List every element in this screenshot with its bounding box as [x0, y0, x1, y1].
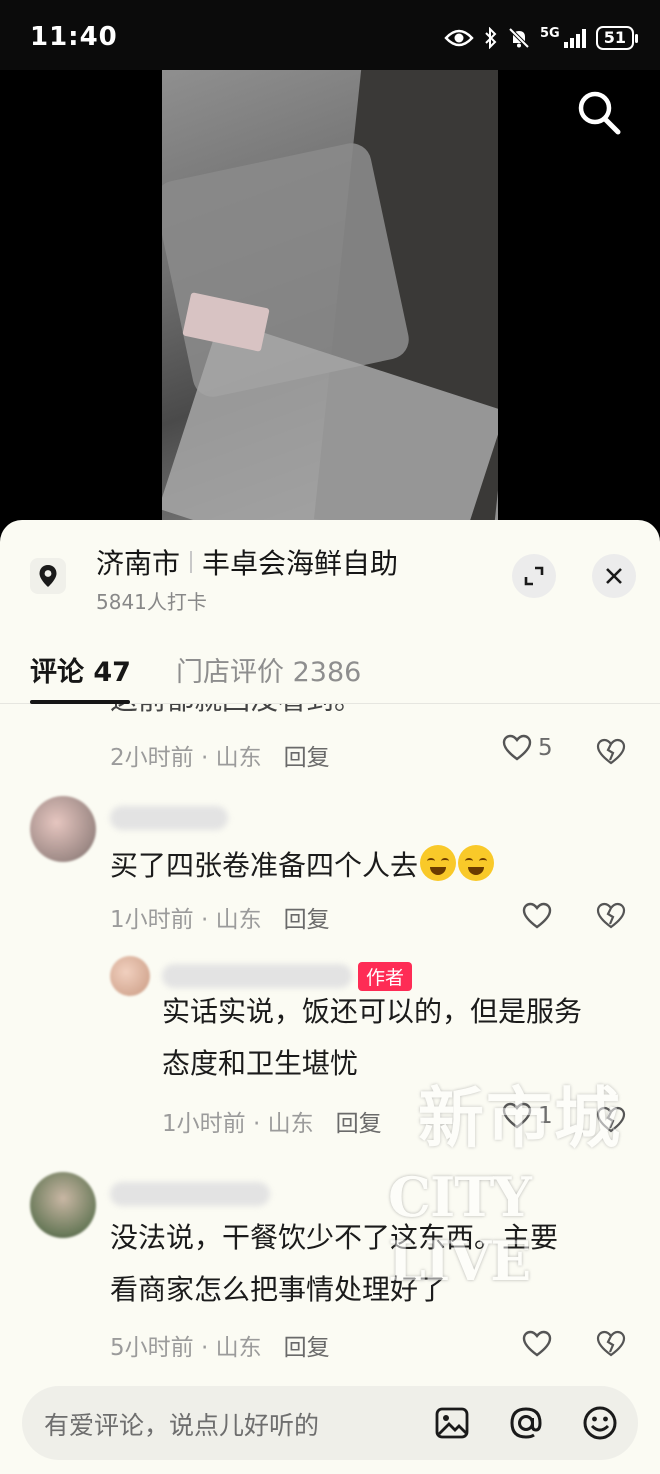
video-frame [162, 70, 498, 540]
heart-icon[interactable] [522, 1330, 552, 1358]
location-place: 丰卓会海鲜自助 [202, 547, 399, 580]
comment-region: 山东 [215, 745, 262, 771]
location-title[interactable]: 济南市 丰卓会海鲜自助 [96, 542, 398, 582]
reply-item: 作者 实话实说，饭还可以的，但是服务 态度和卫生堪忧 1小时前 · 山东 回复 1 [0, 956, 660, 1156]
comment-region: 山东 [215, 1335, 262, 1361]
broken-heart-icon[interactable] [596, 1330, 626, 1358]
comment-time: 2小时前 [110, 745, 194, 771]
tab-bar: 评论 47 门店评价 2386 [0, 624, 660, 704]
avatar[interactable] [30, 796, 96, 862]
username[interactable] [110, 806, 228, 830]
reply-button[interactable]: 回复 [284, 745, 330, 771]
username[interactable] [110, 1182, 270, 1206]
title-divider [190, 551, 193, 573]
video-player[interactable] [0, 70, 660, 540]
close-button[interactable] [592, 554, 636, 598]
comment-text: 这前都就回没看到。 [110, 704, 362, 724]
comment-input-bar[interactable]: 有爱评论，说点儿好听的 [22, 1386, 638, 1460]
tab-store-reviews[interactable]: 门店评价 2386 [176, 650, 361, 689]
comment-time: 1小时前 [110, 907, 194, 933]
like-button[interactable]: 1 [502, 1102, 553, 1130]
broken-heart-icon[interactable] [596, 902, 626, 930]
comment-region: 山东 [215, 907, 262, 933]
location-pin-icon [30, 558, 66, 594]
broken-heart-icon[interactable] [596, 1106, 626, 1134]
comment-text-line1: 实话实说，饭还可以的，但是服务 [162, 995, 583, 1028]
comment-meta: 2小时前 · 山东 回复 [110, 745, 330, 771]
status-icons: 5G 51 [444, 25, 639, 50]
expand-button[interactable] [512, 554, 556, 598]
comment-text-line2: 态度和卫生堪忧 [162, 1047, 359, 1080]
checkin-count: 5841人打卡 [96, 590, 207, 614]
eye-icon [444, 29, 474, 47]
heart-icon [502, 734, 532, 761]
search-icon[interactable] [574, 88, 624, 138]
heart-icon [502, 1102, 532, 1129]
crying-laughing-emoji [420, 845, 457, 881]
battery-icon: 51 [595, 26, 639, 50]
comment-item: 没法说，干餐饮少不了这东西。主要 看商家怎么把事情处理好了 5小时前 · 山东回… [0, 1172, 660, 1382]
network-label: 5G [540, 25, 560, 41]
like-button[interactable]: 5 [502, 734, 553, 762]
emoji-icon[interactable] [580, 1403, 620, 1443]
comment-text-line2: 看商家怎么把事情处理好了 [110, 1273, 447, 1306]
comment-region: 山东 [267, 1111, 314, 1137]
heart-icon[interactable] [522, 902, 552, 930]
comment-time: 5小时前 [110, 1335, 194, 1361]
comment-list[interactable]: 这前都就回没看到。 2小时前 · 山东回复 5 买了四张卷准备四个人去 1小时前… [0, 704, 660, 1384]
status-time: 11:40 [30, 22, 118, 52]
like-count: 5 [538, 735, 553, 761]
battery-level: 51 [603, 28, 626, 47]
tab-comments[interactable]: 评论 47 [30, 650, 131, 689]
bluetooth-icon [485, 27, 497, 49]
crying-laughing-emoji [458, 845, 495, 881]
location-header: 济南市 丰卓会海鲜自助 5841人打卡 [0, 520, 660, 624]
comment-meta: 5小时前 · 山东 回复 [110, 1335, 330, 1361]
mute-bell-icon [508, 27, 530, 49]
comment-meta: 1小时前 · 山东 回复 [110, 907, 330, 933]
at-mention-icon[interactable] [506, 1403, 546, 1443]
comment-item: 这前都就回没看到。 2小时前 · 山东回复 5 [0, 704, 660, 794]
comment-input[interactable]: 有爱评论，说点儿好听的 [44, 1406, 319, 1442]
comment-text-body: 买了四张卷准备四个人去 [110, 849, 419, 882]
like-count: 1 [538, 1103, 553, 1129]
expand-icon [524, 566, 544, 586]
author-badge: 作者 [358, 962, 413, 991]
username[interactable] [162, 964, 352, 988]
reply-button[interactable]: 回复 [336, 1111, 382, 1137]
comment-time: 1小时前 [162, 1111, 246, 1137]
comment-text: 买了四张卷准备四个人去 [110, 842, 495, 890]
comment-text-line1: 没法说，干餐饮少不了这东西。主要 [110, 1221, 559, 1254]
signal-icon [563, 28, 586, 48]
comment-item: 买了四张卷准备四个人去 1小时前 · 山东 回复 [0, 796, 660, 966]
location-city: 济南市 [96, 547, 181, 580]
comment-meta: 1小时前 · 山东 回复 [162, 1111, 382, 1137]
avatar[interactable] [30, 1172, 96, 1238]
comment-sheet: 济南市 丰卓会海鲜自助 5841人打卡 评论 47 门店评价 2386 这前都就… [0, 520, 660, 1474]
broken-heart-icon[interactable] [596, 738, 626, 766]
avatar[interactable] [110, 956, 150, 996]
reply-button[interactable]: 回复 [284, 1335, 330, 1361]
reply-button[interactable]: 回复 [284, 907, 330, 933]
image-icon[interactable] [432, 1403, 472, 1443]
close-icon [606, 568, 622, 584]
